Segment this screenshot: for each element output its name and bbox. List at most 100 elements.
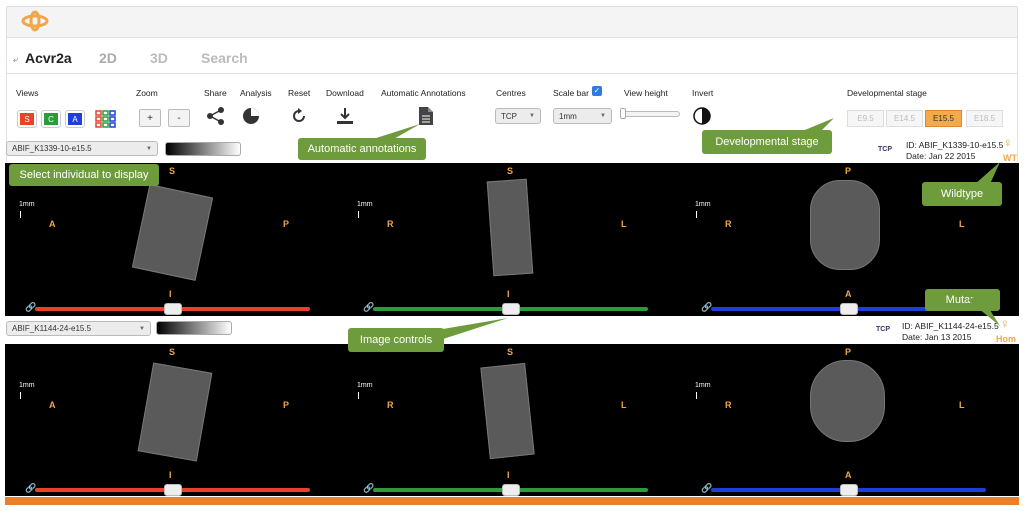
- chevron-down-icon: ▼: [600, 113, 606, 119]
- back-icon[interactable]: ⤶: [13, 54, 18, 65]
- tab-3d[interactable]: 3D: [150, 50, 168, 66]
- scale-bar-label: 1mm: [695, 201, 711, 208]
- axial-slice-image[interactable]: [810, 180, 880, 270]
- orientation-left-label: A: [49, 219, 56, 229]
- orientation-right-label: L: [621, 219, 627, 229]
- centres-label: Centres: [496, 88, 526, 98]
- share-label: Share: [204, 88, 227, 98]
- centre-badge-2: TCP: [876, 326, 890, 333]
- genotype-label-1: WT: [1003, 153, 1017, 163]
- views-label: Views: [16, 88, 39, 98]
- reset-icon[interactable]: [290, 107, 308, 125]
- female-icon: ♀: [1003, 135, 1013, 150]
- orientation-left-label: R: [387, 400, 394, 410]
- specimen-date-2: Date: Jan 13 2015: [902, 332, 972, 342]
- specimen-date-1: Date: Jan 22 2015: [906, 151, 976, 161]
- orientation-left-label: R: [387, 219, 394, 229]
- orientation-bottom-label: A: [845, 289, 852, 299]
- scale-bar-label: 1mm: [357, 382, 373, 389]
- view-axial-button[interactable]: A: [65, 110, 85, 128]
- download-label: Download: [326, 88, 364, 98]
- scale-bar-tick: [696, 211, 697, 218]
- orientation-left-label: R: [725, 219, 732, 229]
- scale-bar-label: 1mm: [19, 201, 35, 208]
- centre-badge-1: TCP: [878, 146, 892, 153]
- scale-bar-tick: [20, 211, 21, 218]
- callout-automatic-annotations: Automatic annotations: [298, 138, 426, 160]
- app-logo-icon[interactable]: [20, 10, 50, 32]
- specimen-select-2[interactable]: ABIF_K1144-24-e15.5 ▼: [6, 321, 151, 336]
- callout-developmental-stage: Developmental stage: [702, 130, 832, 154]
- viewheight-slider[interactable]: [621, 111, 680, 117]
- slice-slider-handle[interactable]: [840, 484, 858, 496]
- zoom-in-button[interactable]: +: [139, 109, 161, 127]
- orientation-bottom-label: I: [507, 289, 510, 299]
- stage-e9-5[interactable]: E9.5: [847, 110, 884, 127]
- orientation-bottom-label: I: [169, 470, 172, 480]
- scalebar-select[interactable]: 1mm ▼: [553, 108, 612, 124]
- slice-slider-handle[interactable]: [502, 484, 520, 496]
- stage-e18-5[interactable]: E18.5: [966, 110, 1003, 127]
- slice-slider-handle[interactable]: [164, 484, 182, 496]
- view-sagittal-button[interactable]: S: [17, 110, 37, 128]
- tab-2d[interactable]: 2D: [99, 50, 117, 66]
- orientation-top-label: P: [845, 347, 852, 357]
- scalebar-checkbox[interactable]: ✓: [592, 86, 602, 96]
- coronal-slice-image[interactable]: [480, 362, 535, 460]
- zoom-out-button[interactable]: -: [168, 109, 190, 127]
- orientation-top-label: S: [507, 166, 514, 176]
- slice-slider-handle[interactable]: [164, 303, 182, 315]
- callout-select-individual: Select individual to display: [9, 164, 159, 186]
- specimen-id-2: ID: ABIF_K1144-24-e15.5: [902, 321, 999, 331]
- scale-bar-tick: [358, 211, 359, 218]
- orientation-top-label: S: [507, 347, 514, 357]
- orientation-bottom-label: A: [845, 470, 852, 480]
- download-icon[interactable]: [335, 106, 355, 126]
- view-coronal-button[interactable]: C: [41, 110, 61, 128]
- orientation-top-label: P: [845, 166, 852, 176]
- axial-slice-image[interactable]: [810, 360, 885, 442]
- contrast-slider-2[interactable]: [156, 321, 232, 335]
- invert-icon[interactable]: [693, 107, 711, 125]
- view-grid-icon[interactable]: [95, 110, 117, 128]
- specimen-select-value: ABIF_K1339-10-e15.5: [12, 144, 92, 153]
- share-icon[interactable]: [206, 106, 226, 126]
- genotype-label-2: Hom: [996, 334, 1016, 344]
- contrast-slider-1[interactable]: [165, 142, 241, 156]
- tab-search[interactable]: Search: [201, 50, 248, 66]
- scalebar-label: Scale bar: [553, 88, 589, 98]
- specimen-select-1[interactable]: ABIF_K1339-10-e15.5 ▼: [6, 141, 158, 156]
- orientation-top-label: S: [169, 347, 176, 357]
- document-icon[interactable]: [418, 106, 434, 126]
- slice-slider-handle[interactable]: [840, 303, 858, 315]
- orientation-bottom-label: I: [169, 289, 172, 299]
- stage-e14-5[interactable]: E14.5: [886, 110, 923, 127]
- coronal-slice-image[interactable]: [486, 178, 534, 277]
- orientation-right-label: L: [959, 400, 965, 410]
- stage-label: Developmental stage: [847, 88, 927, 98]
- slice-slider-handle[interactable]: [502, 303, 520, 315]
- annotations-label: Automatic Annotations: [381, 88, 466, 98]
- female-icon: ♀: [1000, 316, 1010, 331]
- scalebar-select-value: 1mm: [559, 111, 577, 121]
- stage-e15-5[interactable]: E15.5: [925, 110, 962, 127]
- centre-select-value: TCP: [501, 111, 517, 121]
- pie-chart-icon[interactable]: [241, 106, 261, 126]
- chevron-down-icon: ▼: [146, 145, 152, 152]
- zoom-label: Zoom: [136, 88, 158, 98]
- specimen-id-1: ID: ABIF_K1339-10-e15.5: [906, 140, 1004, 150]
- chevron-down-icon: ▼: [139, 325, 145, 332]
- callout-mutant: Mutant: [925, 289, 1000, 311]
- orientation-right-label: L: [959, 219, 965, 229]
- scale-bar-label: 1mm: [695, 382, 711, 389]
- viewheight-slider-handle[interactable]: [620, 108, 626, 119]
- orientation-left-label: R: [725, 400, 732, 410]
- centre-select[interactable]: TCP ▼: [495, 108, 541, 124]
- orientation-top-label: S: [169, 166, 176, 176]
- orientation-left-label: A: [49, 400, 56, 410]
- callout-wildtype: Wildtype: [922, 182, 1002, 206]
- specimen-select-value: ABIF_K1144-24-e15.5: [12, 324, 92, 333]
- logo-bar: [6, 6, 1018, 38]
- orientation-right-label: L: [621, 400, 627, 410]
- scale-bar-tick: [696, 392, 697, 399]
